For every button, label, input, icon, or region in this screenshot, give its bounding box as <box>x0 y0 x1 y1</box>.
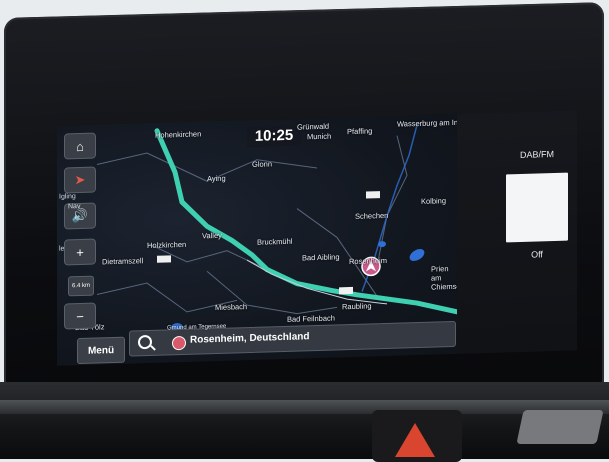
place-label: Dietramszell <box>102 256 144 267</box>
place-label: Valley <box>202 230 222 241</box>
place-label: Munich <box>307 131 332 142</box>
volume-icon: 🔊 <box>71 207 89 224</box>
place-label: Prien am Chiemsee <box>431 264 465 292</box>
navigation-map[interactable]: 10:25 Hohenkirchen Grünwald Munich Aying… <box>57 113 465 366</box>
place-label: Aying <box>207 173 226 184</box>
place-label: Hohenkirchen <box>155 129 202 140</box>
place-label: Rosenheim <box>349 255 387 267</box>
zoom-in-button[interactable]: + <box>64 238 96 266</box>
nav-label: Nav <box>68 203 81 211</box>
station-artwork <box>506 172 568 243</box>
destination-text: Rosenheim, Deutschland <box>190 331 310 346</box>
home-button[interactable]: ⌂ <box>64 132 96 160</box>
home-icon: ⌂ <box>76 138 84 154</box>
place-label: Kolbing <box>421 196 447 206</box>
place-label: Miesbach <box>215 302 248 313</box>
hazard-icon <box>395 423 435 457</box>
infotainment-screen: 10:25 Hohenkirchen Grünwald Munich Aying… <box>57 110 577 366</box>
place-label: Grünwald <box>297 121 330 132</box>
place-label: Bad Aibling <box>302 252 340 263</box>
dab-title: DAB/FM <box>519 148 554 160</box>
dab-fm-panel[interactable]: DAB/FM Off <box>457 110 577 354</box>
place-label: Bruckmühl <box>257 236 293 247</box>
place-label: Bad Feilnbach <box>287 313 335 324</box>
compass-button[interactable]: ➤ <box>64 166 96 194</box>
dab-status: Off <box>531 249 543 260</box>
trim-strip <box>0 400 609 414</box>
search-icon <box>138 334 152 350</box>
dashboard-lower-trim <box>0 382 609 459</box>
place-label: Holzkirchen <box>147 239 187 251</box>
zoom-level: 6.4 km <box>68 275 94 297</box>
clock-display: 10:25 <box>247 125 301 148</box>
console-button[interactable] <box>516 410 604 444</box>
place-label: Glonn <box>252 159 273 169</box>
place-label: Pfaffing <box>347 126 373 137</box>
map-label: Igling <box>59 193 76 201</box>
place-label: Schechen <box>355 210 389 221</box>
menu-button[interactable]: Menü <box>77 336 125 365</box>
place-label: Raubling <box>342 301 372 312</box>
compass-icon: ➤ <box>74 171 86 188</box>
destination-pin-icon <box>172 335 186 351</box>
zoom-out-button[interactable]: − <box>64 302 96 330</box>
